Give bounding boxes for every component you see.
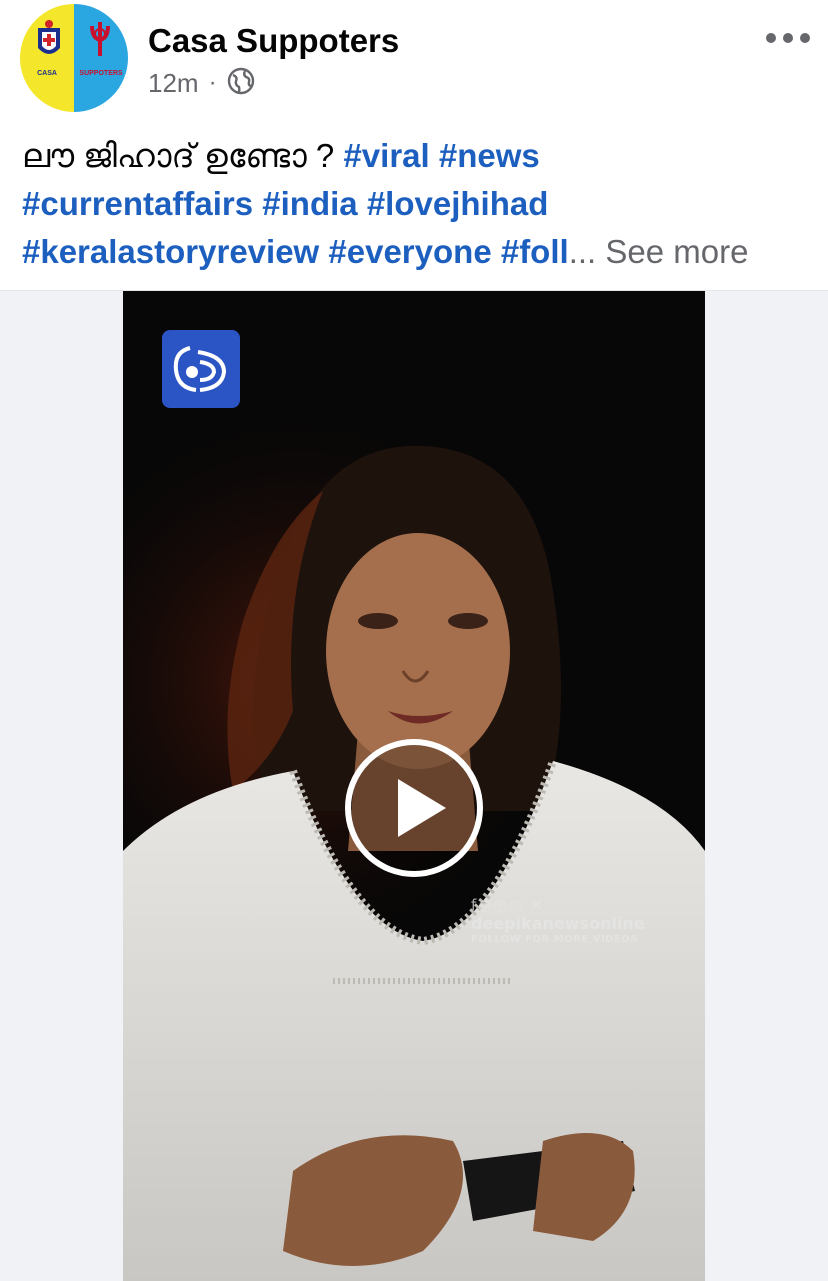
video-player[interactable]: f◎◎◎ ✕ deepikanewsonline FOLLOW FOR MORE… [123,291,705,1281]
avatar-right-label: SUPPOTERS [79,70,123,77]
post-time[interactable]: 12m [148,68,199,99]
post-meta: 12m · [148,66,255,100]
hashtag[interactable]: #news [439,137,540,174]
post-media: f◎◎◎ ✕ deepikanewsonline FOLLOW FOR MORE… [0,290,828,1281]
caption-text: ലൗ ജിഹാദ് ഉണ്ടോ ? [22,137,335,174]
post-header: CASA SUPPOTERS Casa Suppoters 12m · [0,0,828,120]
hashtag[interactable]: #keralastoryreview [22,233,319,270]
caption-ellipsis: ... [568,233,597,270]
hashtag[interactable]: #lovejhihad [367,185,549,222]
see-more-link[interactable]: See more [605,233,748,270]
page-avatar[interactable]: CASA SUPPOTERS [20,4,128,112]
hashtag[interactable]: #currentaffairs [22,185,253,222]
watermark-tagline: FOLLOW FOR MORE VIDEOS [471,934,639,945]
more-horizontal-icon[interactable] [766,26,810,50]
social-icons: f◎◎◎ ✕ [471,896,545,914]
hashtag[interactable]: #everyone [328,233,491,270]
author-name[interactable]: Casa Suppoters [148,22,399,60]
video-watermark: f◎◎◎ ✕ deepikanewsonline FOLLOW FOR MORE… [471,896,691,945]
hashtag[interactable]: #viral [343,137,429,174]
play-icon[interactable] [343,737,485,879]
watermark-handle: deepikanewsonline [471,914,645,933]
deepika-logo-icon [162,330,240,408]
hashtag[interactable]: #foll [501,233,569,270]
hashtag[interactable]: #india [262,185,357,222]
avatar-left-label: CASA [37,70,57,77]
post-caption: ലൗ ജിഹാദ് ഉണ്ടോ ? #viral #news #currenta… [22,132,812,276]
meta-separator: · [208,69,217,96]
globe-icon [227,67,255,100]
